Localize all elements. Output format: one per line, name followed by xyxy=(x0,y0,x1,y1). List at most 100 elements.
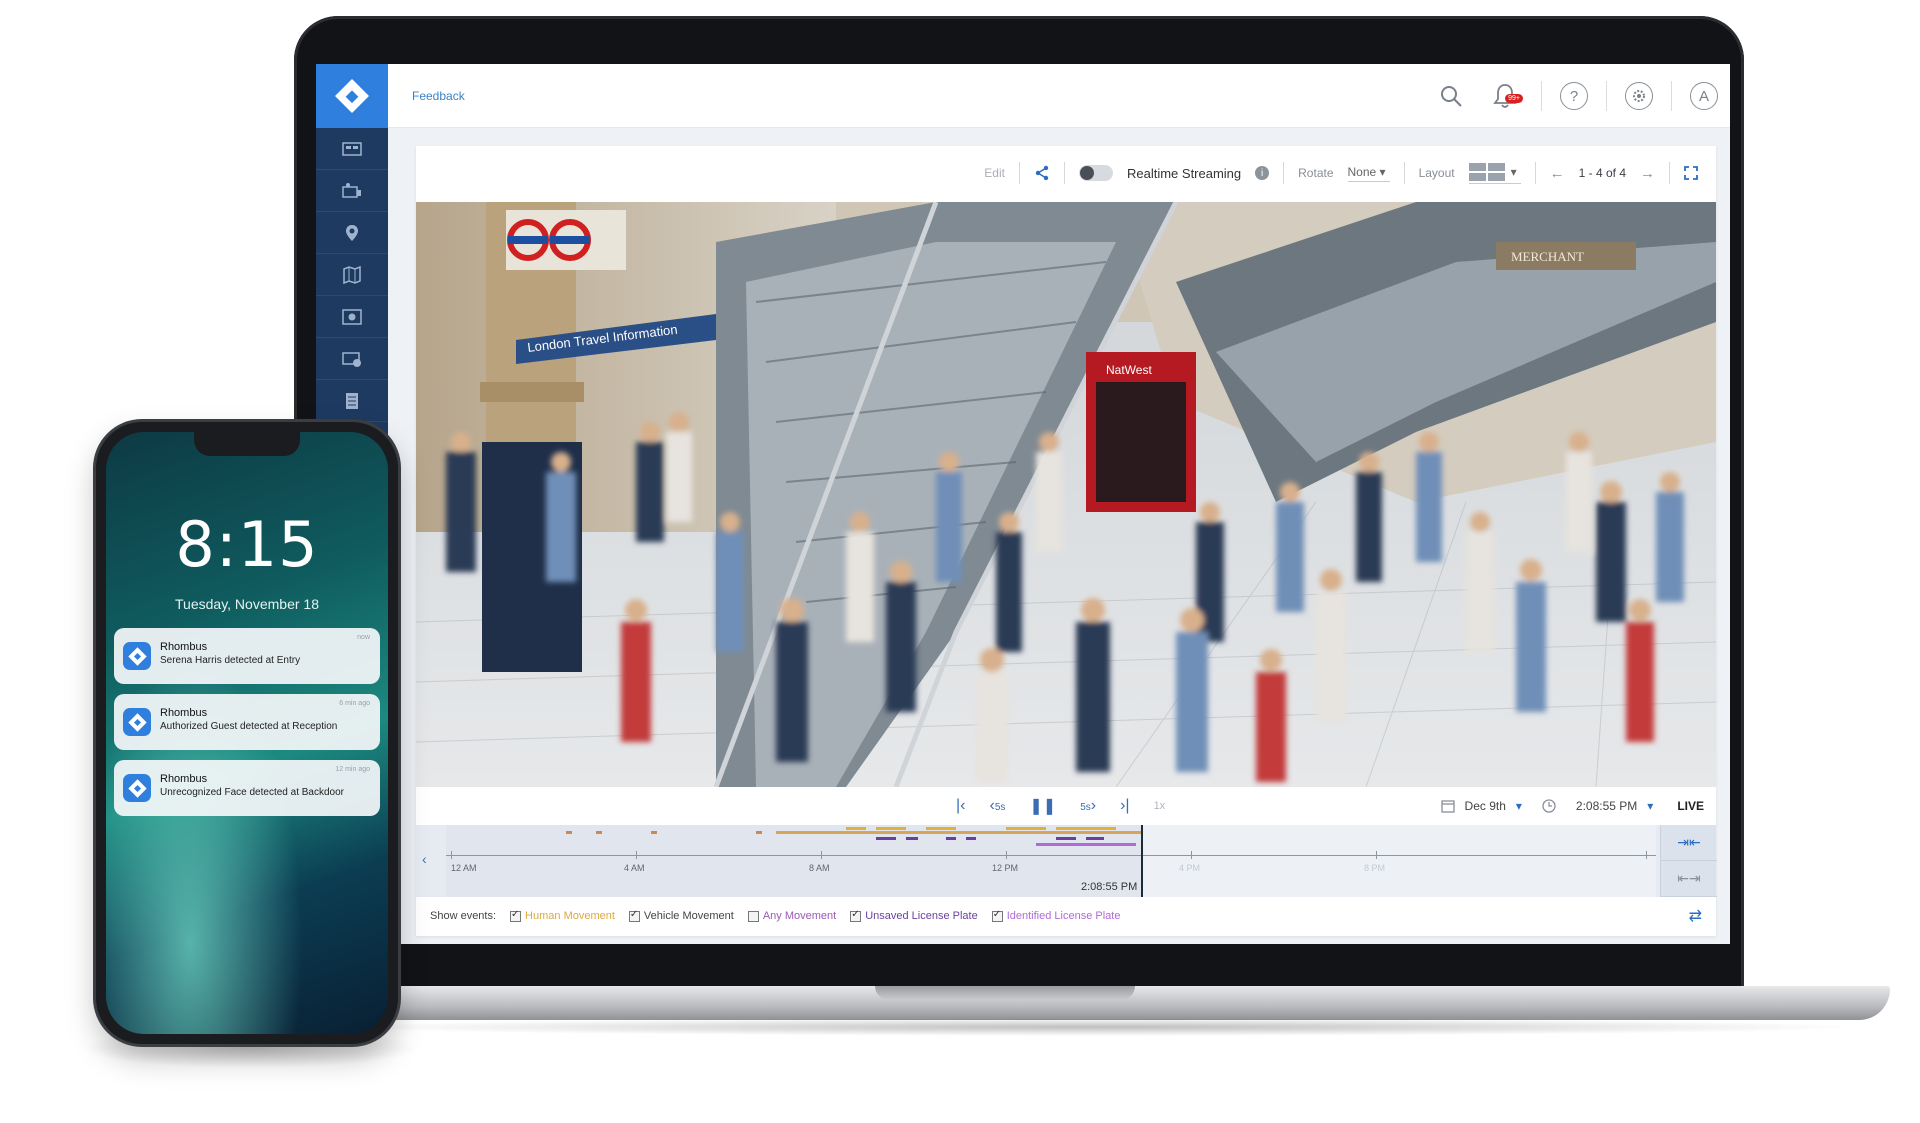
chevron-down-icon: ▾ xyxy=(1515,799,1522,813)
timeline-tick xyxy=(1191,851,1192,859)
notification-card[interactable]: Rhombus Unrecognized Face detected at Ba… xyxy=(114,760,380,816)
sidebar-item-locations[interactable] xyxy=(316,212,388,254)
event-marker-human[interactable] xyxy=(566,831,572,834)
event-filter-vehicle-movement[interactable]: Vehicle Movement xyxy=(628,909,734,922)
event-marker-human[interactable] xyxy=(651,831,657,834)
notification-card[interactable]: Rhombus Serena Harris detected at Entry … xyxy=(114,628,380,684)
rewind-button[interactable]: ‹5s xyxy=(989,797,1005,815)
fullscreen-icon[interactable] xyxy=(1684,166,1698,180)
event-marker-plate[interactable] xyxy=(1086,837,1104,840)
notification-message: Unrecognized Face detected at Backdoor xyxy=(160,787,344,798)
prev-page-button[interactable]: ← xyxy=(1550,165,1565,182)
clock-icon[interactable] xyxy=(1542,799,1556,813)
info-icon[interactable]: i xyxy=(1255,166,1270,180)
zoom-in-button[interactable]: ⇥⇤ xyxy=(1661,825,1717,861)
event-marker-human[interactable] xyxy=(1006,827,1046,830)
rhombus-logo[interactable] xyxy=(316,64,388,128)
feedback-link[interactable]: Feedback xyxy=(412,89,465,103)
phone: 8:15 Tuesday, November 18 Rhombus Serena… xyxy=(96,422,398,1044)
sidebar-item-cameras[interactable] xyxy=(316,338,388,380)
event-marker-human[interactable] xyxy=(596,831,602,834)
notification-card[interactable]: Rhombus Authorized Guest detected at Rec… xyxy=(114,694,380,750)
event-marker-plate[interactable] xyxy=(876,837,896,840)
rotate-select[interactable]: None ▾ xyxy=(1347,165,1390,182)
event-filter-label: Any Movement xyxy=(762,910,837,922)
checkbox[interactable] xyxy=(628,909,640,922)
timeline-tick xyxy=(1006,851,1007,859)
event-filter-any-movement[interactable]: Any Movement xyxy=(747,910,837,922)
camera-feed[interactable]: London Travel Information MERCHANT NatWe… xyxy=(416,202,1716,787)
realtime-streaming-toggle[interactable] xyxy=(1078,165,1113,181)
grid-layout-icon xyxy=(1468,162,1505,181)
event-marker-plate[interactable] xyxy=(1056,837,1076,840)
notification-message: Authorized Guest detected at Reception xyxy=(160,721,338,732)
dashboard-icon xyxy=(342,141,362,156)
sidebar-item-video-walls[interactable] xyxy=(316,296,388,338)
share-icon[interactable] xyxy=(1034,165,1050,181)
checkbox[interactable] xyxy=(991,909,1003,922)
timeline-back-icon[interactable]: ‹ xyxy=(422,851,427,867)
event-marker-human[interactable] xyxy=(926,827,956,830)
layout-select[interactable]: ▾ xyxy=(1468,162,1521,184)
calendar-icon[interactable] xyxy=(1440,799,1455,813)
settings-button[interactable] xyxy=(1625,82,1653,110)
event-marker-plate[interactable] xyxy=(966,837,976,840)
event-filter-human-movement[interactable]: Human Movement xyxy=(510,909,615,922)
report-icon xyxy=(346,392,358,409)
timeline-label: 12 AM xyxy=(451,863,477,873)
event-marker-identified-plate[interactable] xyxy=(1036,843,1136,846)
pause-icon[interactable]: ❚❚ xyxy=(1029,796,1056,816)
station-scene: London Travel Information MERCHANT NatWe… xyxy=(416,202,1716,787)
underground-sign xyxy=(506,210,626,270)
timeline-tick xyxy=(1376,851,1377,859)
avatar-button[interactable]: A xyxy=(1690,82,1718,110)
sidebar-item-maps[interactable] xyxy=(316,254,388,296)
top-bar: Feedback 99+ ? A xyxy=(388,64,1730,128)
checkbox[interactable] xyxy=(850,909,862,922)
map-icon xyxy=(343,265,361,284)
event-filter-label: Identified License Plate xyxy=(1006,910,1121,922)
timeline-axis xyxy=(446,855,1656,856)
checkbox[interactable] xyxy=(747,910,759,922)
divider xyxy=(1534,162,1536,184)
zoom-out-button[interactable]: ⇤⇥ xyxy=(1661,861,1717,897)
notification-app: Rhombus xyxy=(160,707,208,719)
timeline-cursor[interactable] xyxy=(1141,825,1143,897)
event-marker-human[interactable] xyxy=(756,831,762,834)
date-picker[interactable]: Dec 9th xyxy=(1465,799,1506,813)
event-filter-unsaved-plate[interactable]: Unsaved License Plate xyxy=(850,909,978,922)
event-marker-plate[interactable] xyxy=(946,837,956,840)
split-view-icon[interactable]: ⇄ xyxy=(1689,906,1702,926)
lock-screen-date: Tuesday, November 18 xyxy=(175,596,319,612)
time-picker[interactable]: 2:08:55 PM xyxy=(1576,799,1637,813)
skip-to-start-icon[interactable]: |‹ xyxy=(956,797,965,815)
event-filter-identified-plate[interactable]: Identified License Plate xyxy=(991,909,1121,922)
event-marker-human[interactable] xyxy=(876,827,906,830)
edit-button[interactable]: Edit xyxy=(984,166,1005,180)
timeline-track[interactable]: 12 AM 4 AM 8 AM 12 PM 4 PM 8 PM 2:08:55 … xyxy=(446,825,1656,897)
help-button[interactable]: ? xyxy=(1560,82,1588,110)
live-button[interactable]: LIVE xyxy=(1677,799,1704,813)
timeline[interactable]: ‹ 12 AM 4 AM 8 AM 12 PM 4 PM 8 PM 2:08:5… xyxy=(416,825,1717,897)
rhombus-app-icon xyxy=(123,708,151,736)
timeline-tick xyxy=(451,851,452,859)
sidebar-item-dashboard[interactable] xyxy=(316,128,388,170)
checkbox[interactable] xyxy=(510,909,522,922)
notifications-button[interactable]: 99+ xyxy=(1487,78,1523,114)
playback-rate[interactable]: 1x xyxy=(1154,800,1166,812)
event-marker-human[interactable] xyxy=(1056,827,1116,830)
realtime-streaming-label: Realtime Streaming xyxy=(1126,165,1242,181)
rhombus-app-icon xyxy=(123,642,151,670)
divider xyxy=(1606,81,1607,111)
skip-to-end-icon[interactable]: ›| xyxy=(1120,797,1129,815)
sidebar-item-reports[interactable] xyxy=(316,380,388,422)
events-label: Show events: xyxy=(430,910,497,922)
event-marker-plate[interactable] xyxy=(906,837,918,840)
notification-time: 6 min ago xyxy=(339,700,370,707)
search-button[interactable] xyxy=(1433,78,1469,114)
sidebar-item-devices[interactable] xyxy=(316,170,388,212)
event-marker-human[interactable] xyxy=(846,827,866,830)
forward-button[interactable]: 5s› xyxy=(1080,797,1096,815)
next-page-button[interactable]: → xyxy=(1640,165,1655,182)
event-marker-human[interactable] xyxy=(776,831,1141,834)
